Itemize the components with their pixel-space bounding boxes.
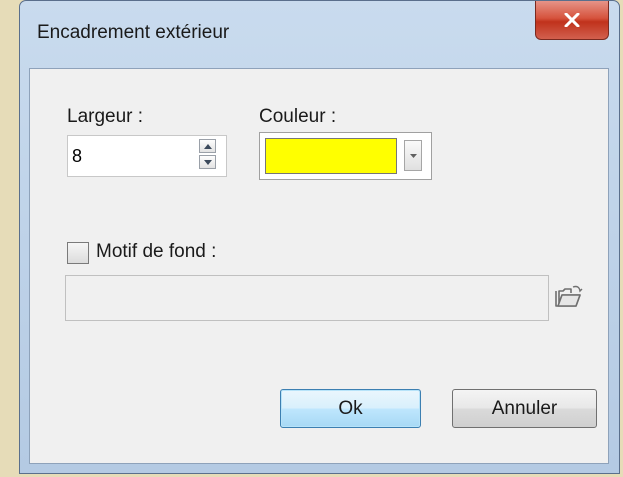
arrow-up-icon — [203, 143, 212, 149]
pattern-checkbox[interactable] — [67, 242, 89, 264]
ok-button[interactable]: Ok — [280, 389, 421, 428]
dialog-window: Encadrement extérieur Largeur : 8 Couleu… — [19, 0, 620, 474]
chevron-down-icon — [409, 153, 417, 158]
folder-open-icon — [555, 285, 583, 307]
browse-folder-button[interactable] — [554, 284, 584, 310]
width-increment-button[interactable] — [199, 139, 216, 153]
width-decrement-button[interactable] — [199, 155, 216, 169]
window-title: Encadrement extérieur — [37, 22, 230, 43]
width-input[interactable]: 8 — [72, 146, 82, 167]
pattern-label: Motif de fond : — [96, 241, 217, 262]
title-bar: Encadrement extérieur — [20, 1, 619, 67]
color-swatch — [265, 138, 397, 174]
cancel-button[interactable]: Annuler — [452, 389, 597, 428]
color-label: Couleur : — [259, 106, 337, 127]
pattern-path-field[interactable] — [65, 275, 549, 321]
width-label: Largeur : — [67, 106, 144, 127]
arrow-down-icon — [203, 159, 212, 165]
color-dropdown[interactable] — [259, 132, 432, 180]
color-dropdown-button[interactable] — [404, 140, 422, 171]
close-icon — [564, 13, 580, 27]
dialog-client-area: Largeur : 8 Couleur : Motif de fond : Ok… — [29, 68, 609, 464]
close-button[interactable] — [535, 1, 609, 40]
